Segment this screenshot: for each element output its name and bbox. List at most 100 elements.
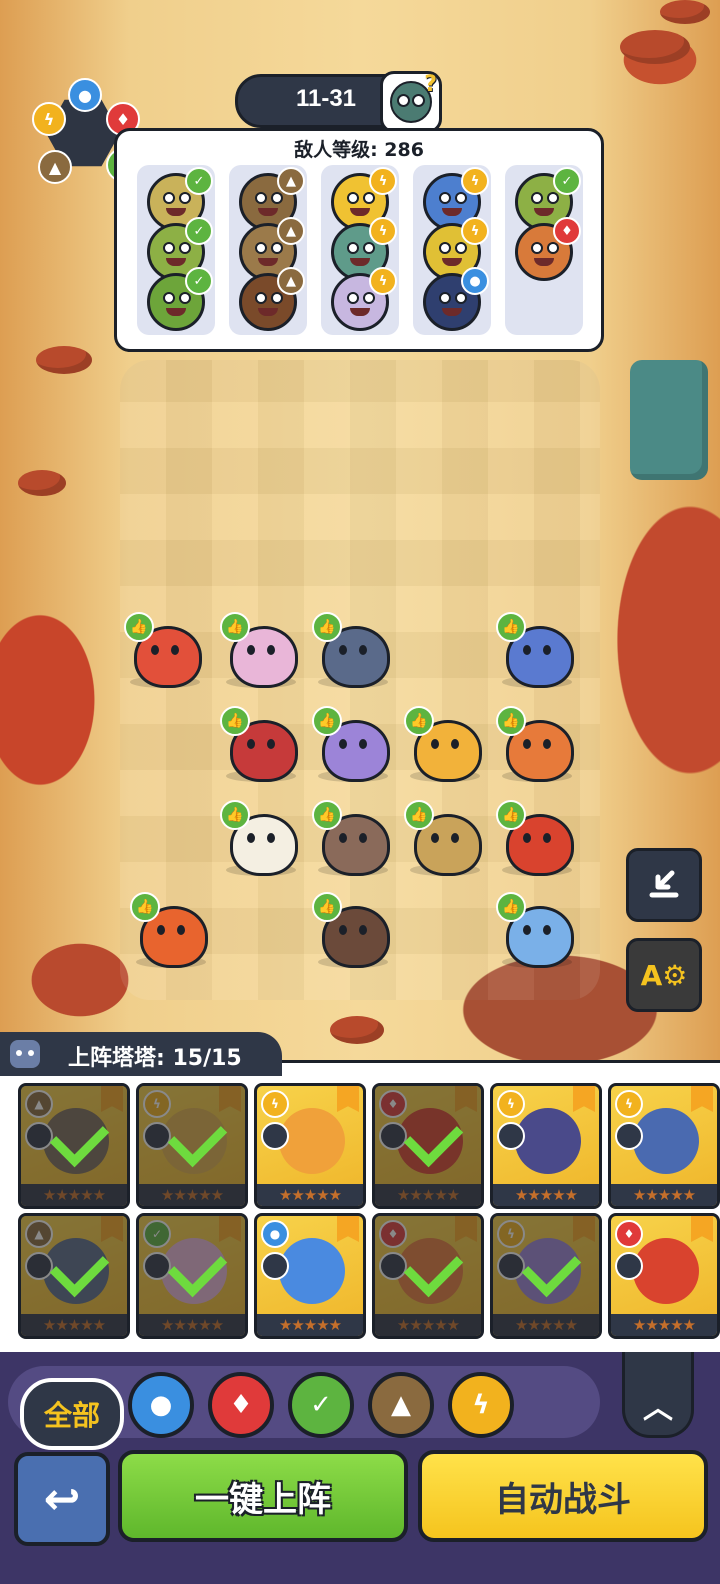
star-rating: ★★★★★: [493, 1314, 599, 1336]
board-unit[interactable]: 👍: [496, 706, 576, 782]
fire-icon: ♦: [379, 1220, 407, 1248]
board-unit[interactable]: 👍: [312, 892, 392, 968]
unit-card[interactable]: ♦ ★★★★★: [372, 1083, 484, 1209]
enemy-panel: 敌人等级: 286 ✓ ✓ ✓ ▲ ▲ ▲ ϟ ϟ ϟ ϟ ϟ ● ✓ ♦: [114, 128, 604, 352]
unit-card[interactable]: ♦ ★★★★★: [608, 1213, 720, 1339]
unit-card[interactable]: ϟ ★★★★★: [136, 1083, 248, 1209]
unit-card[interactable]: ● ★★★★★: [254, 1213, 366, 1339]
unit-card[interactable]: ✓ ★★★★★: [136, 1213, 248, 1339]
role-icon: [143, 1252, 171, 1280]
thumbs-up-icon: 👍: [220, 706, 250, 736]
lightning-icon: ϟ: [497, 1220, 525, 1248]
fire-icon: ♦: [379, 1090, 407, 1118]
lightning-icon: ϟ: [32, 102, 66, 136]
role-icon: [25, 1122, 53, 1150]
board-unit[interactable]: 👍: [312, 612, 392, 688]
board-unit[interactable]: 👍: [496, 612, 576, 688]
filter-fire-button[interactable]: ♦: [208, 1372, 274, 1438]
thumbs-up-icon: 👍: [130, 892, 160, 922]
board-unit[interactable]: 👍: [220, 706, 300, 782]
unit-card[interactable]: ▲ ★★★★★: [18, 1213, 130, 1339]
stage-indicator: 11-31 ?: [235, 71, 442, 133]
water-icon: ●: [261, 1220, 289, 1248]
filter-earth-button[interactable]: ▲: [368, 1372, 434, 1438]
role-icon: [143, 1122, 171, 1150]
board-unit[interactable]: 👍: [312, 800, 392, 876]
board-unit[interactable]: 👍: [220, 612, 300, 688]
check-icon: [49, 1107, 110, 1168]
back-button[interactable]: ↩: [14, 1452, 110, 1546]
auto-settings-button[interactable]: A⚙: [626, 938, 702, 1012]
unit-portrait: [515, 1108, 581, 1174]
roster-title: 上阵塔塔: 15/15: [68, 1046, 242, 1071]
water-icon: ●: [149, 1390, 173, 1420]
thumbs-up-icon: 👍: [496, 892, 526, 922]
earth-icon: ▲: [38, 150, 72, 184]
download-button[interactable]: [626, 848, 702, 922]
filter-water-button[interactable]: ●: [128, 1372, 194, 1438]
board-unit[interactable]: 👍: [312, 706, 392, 782]
role-icon: [497, 1252, 525, 1280]
star-rating: ★★★★★: [21, 1314, 127, 1336]
enemy-column: ϟ ϟ ●: [413, 165, 491, 335]
earth-icon: ▲: [25, 1090, 53, 1118]
thumbs-up-icon: 👍: [312, 612, 342, 642]
water-icon: ●: [68, 78, 102, 112]
check-icon: [167, 1107, 228, 1168]
filter-leaf-button[interactable]: ✓: [288, 1372, 354, 1438]
enemy-column: ▲ ▲ ▲: [229, 165, 307, 335]
download-icon: [649, 870, 679, 898]
chevron-up-icon: ︿: [643, 1391, 673, 1426]
leaf-icon: ✓: [553, 167, 581, 195]
earth-icon: ▲: [277, 217, 305, 245]
back-arrow-icon: ↩: [43, 1473, 81, 1525]
expand-button[interactable]: ︿: [622, 1352, 694, 1438]
fire-icon: ♦: [615, 1220, 643, 1248]
earth-icon: ▲: [25, 1220, 53, 1248]
thumbs-up-icon: 👍: [220, 612, 250, 642]
filter-lightning-button[interactable]: ϟ: [448, 1372, 514, 1438]
earth-icon: ▲: [277, 267, 305, 295]
star-rating: ★★★★★: [493, 1184, 599, 1206]
role-icon: [379, 1252, 407, 1280]
unit-card[interactable]: ♦ ★★★★★: [372, 1213, 484, 1339]
one-click-deploy-button[interactable]: 一键上阵: [118, 1450, 408, 1542]
star-rating: ★★★★★: [611, 1314, 717, 1336]
board-unit[interactable]: 👍: [130, 892, 210, 968]
star-ribbon-icon: [573, 1086, 595, 1112]
leaf-icon: ✓: [185, 217, 213, 245]
rock-decoration: [630, 360, 708, 480]
unit-card[interactable]: ▲ ★★★★★: [18, 1083, 130, 1209]
unit-portrait: [633, 1108, 699, 1174]
board-unit[interactable]: 👍: [496, 892, 576, 968]
unit-card[interactable]: ϟ ★★★★★: [254, 1083, 366, 1209]
enemy-column: ✓ ♦: [505, 165, 583, 335]
leaf-icon: ✓: [185, 167, 213, 195]
unit-card[interactable]: ϟ ★★★★★: [608, 1083, 720, 1209]
thumbs-up-icon: 👍: [124, 612, 154, 642]
star-ribbon-icon: [337, 1216, 359, 1242]
board-unit[interactable]: 👍: [404, 706, 484, 782]
auto-battle-button[interactable]: 自动战斗: [418, 1450, 708, 1542]
lightning-icon: ϟ: [461, 217, 489, 245]
star-rating: ★★★★★: [257, 1314, 363, 1336]
thumbs-up-icon: 👍: [404, 706, 434, 736]
thumbs-up-icon: 👍: [404, 800, 434, 830]
check-icon: [403, 1237, 464, 1298]
star-rating: ★★★★★: [375, 1184, 481, 1206]
unit-card[interactable]: ϟ ★★★★★: [490, 1083, 602, 1209]
unit-card[interactable]: ϟ ★★★★★: [490, 1213, 602, 1339]
lightning-icon: ϟ: [615, 1090, 643, 1118]
role-icon: [261, 1252, 289, 1280]
board-unit[interactable]: 👍: [220, 800, 300, 876]
board-unit[interactable]: 👍: [496, 800, 576, 876]
board-unit[interactable]: 👍: [404, 800, 484, 876]
leaf-icon: ✓: [185, 267, 213, 295]
role-icon: [615, 1122, 643, 1150]
lightning-icon: ϟ: [261, 1090, 289, 1118]
boss-head-icon[interactable]: ?: [380, 71, 442, 133]
star-ribbon-icon: [573, 1216, 595, 1242]
filter-all-button[interactable]: 全部: [20, 1378, 124, 1450]
thumbs-up-icon: 👍: [312, 706, 342, 736]
board-unit[interactable]: 👍: [124, 612, 204, 688]
